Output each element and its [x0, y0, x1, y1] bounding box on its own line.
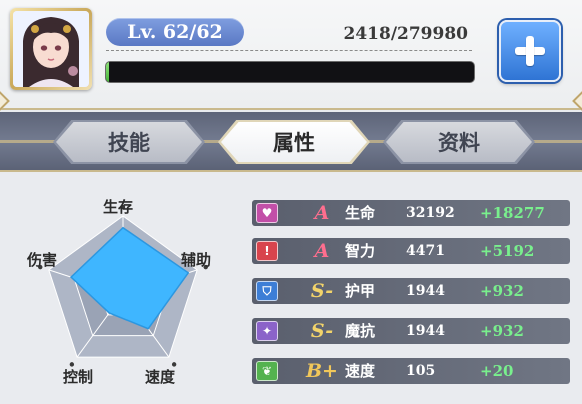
radar-chart: 生存 辅助 速度 控制 伤害: [0, 174, 240, 404]
level-up-button[interactable]: [499, 20, 561, 82]
stat-grade: S-: [310, 320, 334, 342]
stat-row-intelligence: ! A 智力 4471 +5192: [252, 238, 570, 264]
hero-portrait: [13, 11, 89, 87]
radar-label-survival: 生存: [103, 198, 134, 216]
corner-ornament-icon: [0, 91, 10, 111]
stat-name: 速度: [345, 362, 376, 380]
magic-shield-icon: ✦: [256, 321, 278, 341]
stat-name: 护甲: [345, 282, 376, 300]
hero-portrait-icon: [13, 11, 89, 87]
stat-base-value: 105: [406, 363, 436, 379]
tab-attributes[interactable]: 属性: [221, 122, 367, 162]
stat-name: 魔抗: [345, 322, 376, 340]
exp-progress-bar: [106, 62, 474, 82]
shield-icon: ⛉: [256, 281, 278, 301]
hero-header: Lv. 62/62 2418/279980: [0, 0, 582, 111]
corner-ornament-icon: [572, 91, 582, 111]
stat-bonus-value: +18277: [480, 204, 545, 222]
attributes-panel: 生存 辅助 速度 控制 伤害 ♥ A 生命 32192 +18277 ! A 智…: [0, 174, 582, 404]
stat-grade: B+: [306, 360, 338, 382]
exp-progress-fill: [106, 62, 110, 82]
stat-base-value: 1944: [406, 323, 445, 339]
hero-avatar[interactable]: [10, 8, 92, 90]
stat-base-value: 4471: [406, 243, 445, 259]
stat-row-speed: ❦ B+ 速度 105 +20: [252, 358, 570, 384]
level-badge: Lv. 62/62: [106, 18, 244, 46]
stat-bonus-value: +932: [480, 322, 524, 340]
stat-row-magic-resist: ✦ S- 魔抗 1944 +932: [252, 318, 570, 344]
radar-label-control: 控制: [63, 368, 94, 386]
stat-row-hp: ♥ A 生命 32192 +18277: [252, 200, 570, 226]
tab-profile[interactable]: 资料: [386, 122, 532, 162]
exp-value: 2418/279980: [343, 24, 469, 44]
stat-row-armor: ⛉ S- 护甲 1944 +932: [252, 278, 570, 304]
stat-name: 智力: [345, 242, 376, 260]
stat-base-value: 32192: [406, 205, 455, 221]
feather-icon: ❦: [256, 361, 278, 381]
heart-icon: ♥: [256, 203, 278, 223]
tab-skills[interactable]: 技能: [56, 122, 202, 162]
stat-grade: A: [314, 202, 330, 224]
stat-name: 生命: [345, 204, 376, 222]
stat-grade: A: [314, 240, 330, 262]
brain-icon: !: [256, 241, 278, 261]
radar-label-damage: 伤害: [27, 251, 58, 269]
radar-label-speed: 速度: [145, 368, 176, 386]
stat-bonus-value: +20: [480, 362, 514, 380]
stat-bonus-value: +932: [480, 282, 524, 300]
tab-bar: 技能 属性 资料: [0, 112, 582, 172]
radar-label-support: 辅助: [181, 251, 212, 269]
stat-bonus-value: +5192: [480, 242, 535, 260]
stat-base-value: 1944: [406, 283, 445, 299]
divider: [106, 50, 472, 51]
stat-grade: S-: [310, 280, 334, 302]
